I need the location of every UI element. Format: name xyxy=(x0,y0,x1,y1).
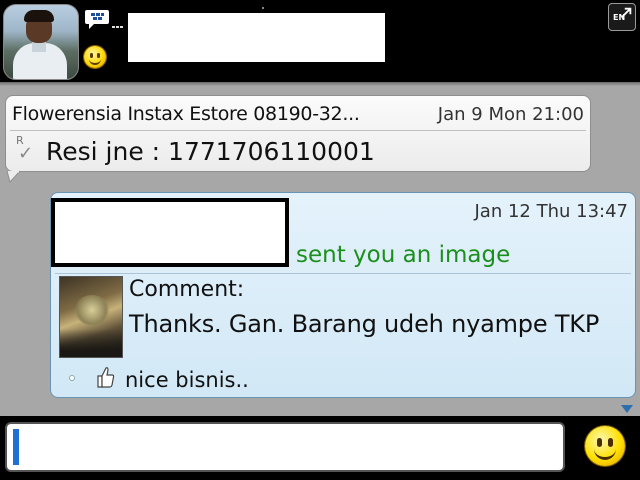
image-message[interactable]: Jan 12 Thu 13:47 sent you an image Comme… xyxy=(50,192,636,398)
message-text: Resi jne : 1771706110001 xyxy=(46,137,375,166)
message-sender: Flowerensia Instax Estore 08190-32... xyxy=(12,103,360,125)
message-divider xyxy=(10,130,586,131)
chat-top-shadow xyxy=(0,82,640,86)
comment-text: Thanks. Gan. Barang udeh nyampe TKP xyxy=(129,310,600,338)
delivered-check-icon: ✓ xyxy=(18,143,34,164)
bbm-icon xyxy=(85,10,109,29)
header-dot xyxy=(262,7,264,9)
incoming-message[interactable]: Flowerensia Instax Estore 08190-32... Ja… xyxy=(5,95,591,172)
thumbnail-shadow xyxy=(60,329,122,357)
image-thumbnail[interactable] xyxy=(59,276,123,358)
contact-name-redacted xyxy=(128,13,385,62)
smiley-mouth xyxy=(89,57,101,65)
sent-image-notice: sent you an image xyxy=(296,242,511,268)
message-input[interactable] xyxy=(5,422,565,472)
bbm-dots-icon xyxy=(112,26,123,28)
message-timestamp: Jan 12 Thu 13:47 xyxy=(474,201,628,222)
avatar-hair xyxy=(24,10,54,22)
expand-icon xyxy=(621,7,632,18)
conversation-area[interactable]: Flowerensia Instax Estore 08190-32... Ja… xyxy=(0,82,640,416)
comment-label: Comment: xyxy=(129,277,245,302)
avatar-collar xyxy=(32,42,46,52)
expand-button[interactable]: EN xyxy=(608,3,636,31)
thumbnail-highlight xyxy=(74,295,110,325)
emoticon-button[interactable] xyxy=(585,426,625,466)
sender-name-redacted xyxy=(51,198,289,267)
chat-header: EN xyxy=(0,0,640,82)
contact-avatar[interactable] xyxy=(3,4,79,80)
personal-message: nice bisnis.. xyxy=(125,368,249,392)
thumbs-up-icon xyxy=(97,367,115,388)
scroll-down-icon[interactable] xyxy=(620,404,634,414)
message-timestamp: Jan 9 Mon 21:00 xyxy=(437,104,584,125)
incoming-bubble-tail xyxy=(6,171,21,183)
compose-bar xyxy=(0,416,640,480)
text-cursor xyxy=(13,429,19,465)
status-bullet xyxy=(69,375,75,381)
emoticon-mouth xyxy=(594,446,616,460)
smiley-icon xyxy=(84,46,106,68)
